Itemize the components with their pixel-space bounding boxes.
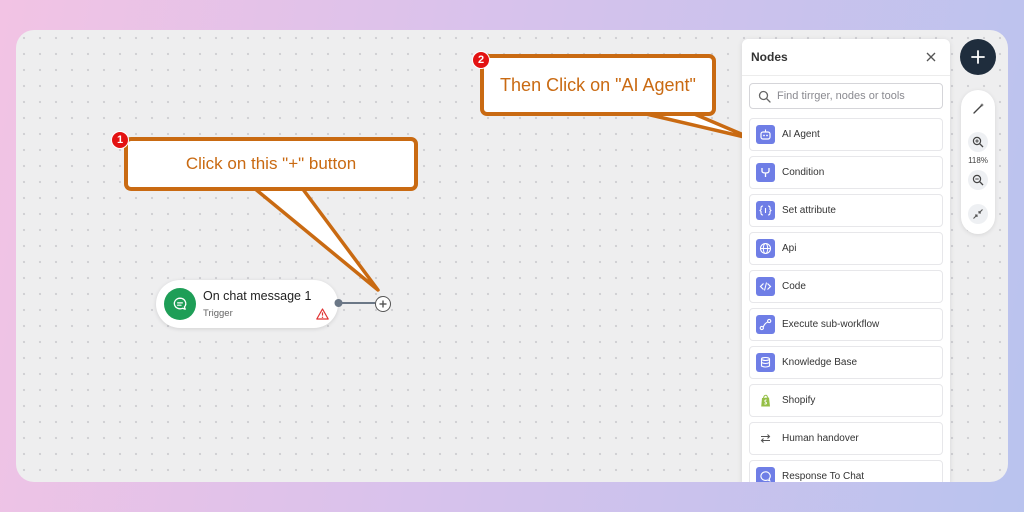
branch-icon (756, 163, 775, 182)
plus-circle-icon (379, 300, 387, 308)
plus-icon (971, 50, 985, 64)
zoom-in-button[interactable] (968, 132, 988, 152)
add-node-fab-button[interactable] (960, 39, 996, 75)
zoom-out-icon (972, 174, 984, 186)
magic-wand-icon (972, 102, 984, 114)
trigger-node-subtitle: Trigger (203, 308, 233, 319)
chat-reply-icon (756, 467, 775, 482)
node-search-box[interactable] (749, 83, 943, 109)
node-item-label: Execute sub-workflow (782, 319, 880, 330)
add-node-plus-button[interactable] (375, 296, 391, 312)
search-icon (758, 90, 771, 103)
node-item-label: Human handover (782, 433, 859, 444)
zoom-out-button[interactable] (968, 170, 988, 190)
panel-divider (742, 75, 950, 76)
callout-step-2-text: Then Click on "AI Agent" (500, 74, 696, 95)
node-item-label: Condition (782, 167, 825, 178)
node-item-knowledge-base[interactable]: Knowledge Base (749, 346, 943, 379)
swap-arrows-icon (756, 429, 775, 448)
node-item-condition[interactable]: Condition (749, 156, 943, 189)
zoom-level-label: 118% (968, 156, 988, 165)
shopify-icon (756, 391, 775, 410)
variable-icon (756, 201, 775, 220)
nodes-panel-title: Nodes (751, 50, 788, 64)
zoom-in-icon (972, 136, 984, 148)
node-item-set-attribute[interactable]: Set attribute (749, 194, 943, 227)
nodes-panel: Nodes AI Agent Condit (742, 39, 950, 482)
node-item-label: Shopify (782, 395, 816, 406)
workflow-icon (756, 315, 775, 334)
node-item-label: AI Agent (782, 129, 820, 140)
node-item-response-to-chat[interactable]: Response To Chat (749, 460, 943, 482)
node-item-label: Code (782, 281, 806, 292)
globe-icon (756, 239, 775, 258)
workflow-canvas[interactable]: Click on this "+" button 1 Then Click on… (16, 30, 1008, 482)
callout-step-2: Then Click on "AI Agent" (480, 54, 716, 116)
collapse-arrows-icon (973, 209, 983, 219)
node-list: AI Agent Condition Set attribute Api Cod… (749, 118, 943, 482)
trigger-node[interactable]: On chat message 1 Trigger (156, 280, 338, 328)
step-1-badge: 1 (111, 131, 129, 149)
node-search-input[interactable] (777, 87, 937, 105)
node-item-ai-agent[interactable]: AI Agent (749, 118, 943, 151)
robot-icon (756, 125, 775, 144)
node-item-execute-sub-workflow[interactable]: Execute sub-workflow (749, 308, 943, 341)
node-item-label: Set attribute (782, 205, 836, 216)
node-item-code[interactable]: Code (749, 270, 943, 303)
fit-view-button[interactable] (968, 204, 988, 224)
chat-bubble-icon (164, 288, 196, 320)
code-icon (756, 277, 775, 296)
close-icon[interactable] (924, 50, 938, 64)
step-2-badge: 2 (472, 51, 490, 69)
warning-icon (316, 308, 329, 320)
node-item-api[interactable]: Api (749, 232, 943, 265)
callout-step-1: Click on this "+" button (124, 137, 418, 191)
tidy-up-button[interactable] (968, 98, 988, 118)
callout-step-1-text: Click on this "+" button (185, 154, 357, 173)
trigger-node-title: On chat message 1 (203, 289, 312, 303)
node-item-shopify[interactable]: Shopify (749, 384, 943, 417)
database-icon (756, 353, 775, 372)
node-item-label: Response To Chat (782, 471, 865, 482)
node-item-label: Api (782, 243, 797, 254)
node-item-human-handover[interactable]: Human handover (749, 422, 943, 455)
node-item-label: Knowledge Base (782, 357, 858, 368)
